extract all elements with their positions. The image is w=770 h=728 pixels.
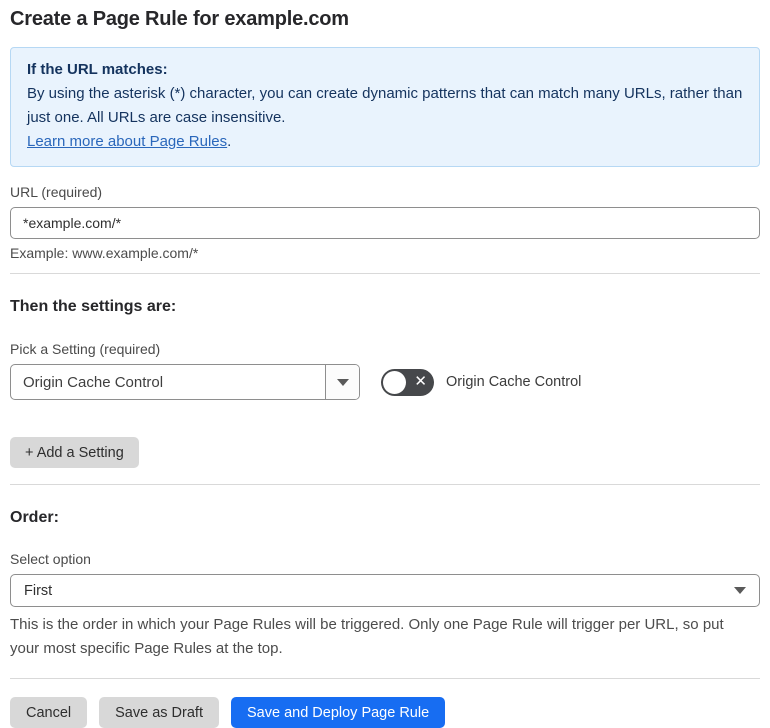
link-suffix: . <box>227 133 232 150</box>
toggle-off-x-icon: ✕ <box>414 373 427 391</box>
add-setting-button[interactable]: + Add a Setting <box>10 437 139 468</box>
info-box-body: By using the asterisk (*) character, you… <box>27 85 743 126</box>
chevron-down-icon <box>336 378 349 386</box>
pick-setting-label: Pick a Setting (required) <box>10 341 161 357</box>
create-page-rule-form: Create a Page Rule for example.com If th… <box>0 0 770 728</box>
order-help-text: This is the order in which your Page Rul… <box>10 616 724 657</box>
order-select[interactable]: First <box>10 574 760 607</box>
toggle-knob <box>383 370 406 394</box>
save-and-deploy-button[interactable]: Save and Deploy Page Rule <box>230 697 446 728</box>
origin-cache-control-toggle[interactable]: ✕ <box>381 368 434 396</box>
save-as-draft-button[interactable]: Save as Draft <box>99 697 219 728</box>
order-select-label: Select option <box>10 551 91 567</box>
setting-row: Origin Cache Control ✕ Origin Cache Cont… <box>10 364 760 400</box>
learn-more-link[interactable]: Learn more about Page Rules <box>27 133 227 150</box>
footer-button-row: Cancel Save as Draft Save and Deploy Pag… <box>10 697 760 728</box>
page-title: Create a Page Rule for example.com <box>10 8 349 30</box>
setting-select[interactable]: Origin Cache Control <box>10 364 360 400</box>
url-field-help: Example: www.example.com/* <box>10 245 199 261</box>
toggle-label: Origin Cache Control <box>446 374 582 390</box>
divider <box>10 484 760 485</box>
info-box-link-line: Learn more about Page Rules. <box>27 130 743 154</box>
divider <box>10 273 760 274</box>
url-input[interactable] <box>10 207 760 239</box>
url-field-label: URL (required) <box>10 184 103 200</box>
url-matches-info-box: If the URL matches: By using the asteris… <box>10 47 760 167</box>
cancel-button[interactable]: Cancel <box>10 697 88 728</box>
setting-select-value: Origin Cache Control <box>23 373 164 391</box>
order-select-value: First <box>24 582 53 599</box>
info-box-heading: If the URL matches: <box>27 61 168 78</box>
order-section-heading: Order: <box>10 509 59 526</box>
chevron-down-icon <box>734 587 746 594</box>
setting-select-caret-button[interactable] <box>325 365 359 399</box>
divider <box>10 678 760 679</box>
settings-section-heading: Then the settings are: <box>10 298 177 315</box>
